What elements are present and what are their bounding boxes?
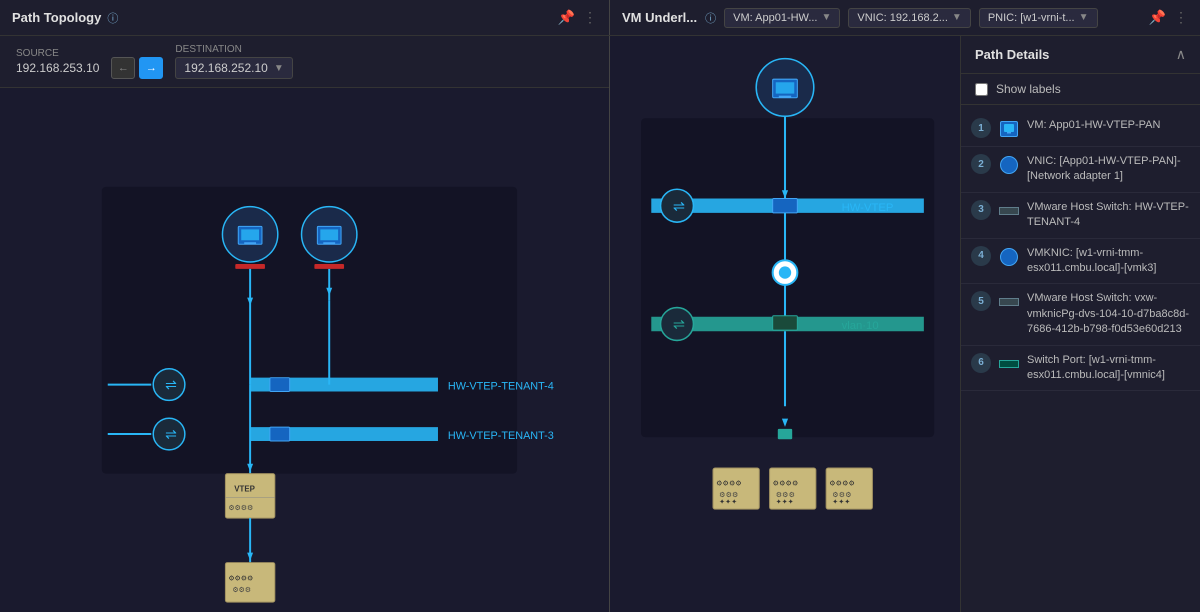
vm-dropdown-label: VM: App01-HW...	[733, 12, 817, 24]
path-topology-info-icon[interactable]: ⓘ	[107, 10, 118, 26]
path-details-title: Path Details	[975, 47, 1049, 62]
right-more-options-icon[interactable]: ⋮	[1174, 9, 1188, 26]
vnic-dropdown-chevron: ▼	[952, 12, 962, 23]
source-value: 192.168.253.10	[16, 61, 99, 75]
vmknic-icon	[1000, 248, 1018, 266]
left-panel: Source 192.168.253.10 ← → Destination 19…	[0, 36, 610, 612]
path-item-icon-2	[999, 155, 1019, 175]
svg-text:⚙⚙⚙⚙: ⚙⚙⚙⚙	[716, 478, 742, 487]
path-item-num-3: 3	[971, 200, 991, 220]
path-item-icon-5	[999, 292, 1019, 312]
svg-text:⇌: ⇌	[673, 317, 685, 333]
path-details-panel: Path Details ∧ Show labels 1 VM: App01-H…	[960, 36, 1200, 612]
svg-text:⚙⚙⚙⚙: ⚙⚙⚙⚙	[773, 478, 799, 487]
vm-icon	[1000, 121, 1018, 137]
more-options-icon[interactable]: ⋮	[583, 9, 597, 26]
svg-text:⚙⚙⚙⚙: ⚙⚙⚙⚙	[228, 574, 253, 582]
vm-underlay-title: VM Underl...	[622, 10, 697, 25]
svg-text:HW-VTEP: HW-VTEP	[842, 202, 894, 214]
forward-arrow-btn[interactable]: →	[139, 57, 163, 79]
source-field: Source 192.168.253.10	[16, 48, 99, 75]
header-bar: Path Topology ⓘ 📌 ⋮ VM Underl... ⓘ VM: A…	[0, 0, 1200, 36]
svg-text:⇌: ⇌	[673, 199, 685, 215]
path-item-text-3: VMware Host Switch: HW-VTEP-TENANT-4	[1027, 200, 1190, 231]
show-labels-row: Show labels	[961, 74, 1200, 105]
collapse-icon[interactable]: ∧	[1176, 46, 1186, 63]
dest-label: Destination	[175, 44, 292, 55]
left-header-icons: 📌 ⋮	[558, 9, 597, 26]
pnic-dropdown-chevron: ▼	[1079, 12, 1089, 23]
svg-text:✦✦✦: ✦✦✦	[832, 497, 850, 506]
vm-dropdown[interactable]: VM: App01-HW... ▼	[724, 8, 840, 28]
svg-text:VTEP: VTEP	[234, 484, 255, 493]
middle-canvas: HW-VTEP ⇌ vlan·10 ⇌	[610, 36, 960, 612]
dest-input[interactable]: 192.168.252.10 ▼	[175, 57, 292, 79]
path-item: 3 VMware Host Switch: HW-VTEP-TENANT-4	[961, 193, 1200, 239]
right-pin-icon[interactable]: 📌	[1149, 9, 1166, 26]
svg-text:✦✦✦: ✦✦✦	[719, 497, 737, 506]
host-switch-icon	[999, 207, 1019, 215]
dest-value: 192.168.252.10	[184, 61, 267, 75]
path-item: 2 VNIC: [App01-HW-VTEP-PAN]-[Network ada…	[961, 147, 1200, 193]
path-item: 4 VMKNIC: [w1-vrni-tmm-esx011.cmbu.local…	[961, 239, 1200, 285]
pnic-dropdown-label: PNIC: [w1-vrni-t...	[988, 12, 1075, 24]
svg-text:✦✦✦: ✦✦✦	[776, 497, 794, 506]
destination-field: Destination 192.168.252.10 ▼	[175, 44, 292, 79]
path-item-text-2: VNIC: [App01-HW-VTEP-PAN]-[Network adapt…	[1027, 154, 1190, 185]
pnic-dropdown[interactable]: PNIC: [w1-vrni-t... ▼	[979, 8, 1098, 28]
path-item-num-6: 6	[971, 353, 991, 373]
source-label: Source	[16, 48, 99, 59]
path-item-num-1: 1	[971, 118, 991, 138]
svg-text:HW-VTEP-TENANT-3: HW-VTEP-TENANT-3	[448, 430, 554, 442]
arrow-controls: ← →	[111, 57, 163, 79]
host-switch-2-icon	[999, 298, 1019, 306]
path-item-text-4: VMKNIC: [w1-vrni-tmm-esx011.cmbu.local]-…	[1027, 246, 1190, 277]
show-labels-text: Show labels	[996, 82, 1061, 96]
path-item-text-1: VM: App01-HW-VTEP-PAN	[1027, 118, 1190, 133]
source-dest-bar: Source 192.168.253.10 ← → Destination 19…	[0, 36, 609, 88]
vnic-dropdown-label: VNIC: 192.168.2...	[857, 12, 948, 24]
svg-text:⇌: ⇌	[165, 377, 177, 393]
show-labels-checkbox[interactable]	[975, 83, 988, 96]
switch-port-icon	[999, 360, 1019, 368]
right-panel: HW-VTEP ⇌ vlan·10 ⇌	[610, 36, 1200, 612]
main-content: Source 192.168.253.10 ← → Destination 19…	[0, 36, 1200, 612]
path-details-header: Path Details ∧	[961, 36, 1200, 74]
path-item-text-5: VMware Host Switch: vxw-vmknicPg-dvs-104…	[1027, 291, 1190, 337]
svg-text:⚙⚙⚙⚙: ⚙⚙⚙⚙	[228, 504, 253, 512]
path-topology-title: Path Topology	[12, 10, 101, 25]
svg-text:HW-VTEP-TENANT-4: HW-VTEP-TENANT-4	[448, 381, 554, 393]
vnic-icon	[1000, 156, 1018, 174]
path-item-icon-6	[999, 354, 1019, 374]
svg-text:⇌: ⇌	[165, 426, 177, 442]
right-header: VM Underl... ⓘ VM: App01-HW... ▼ VNIC: 1…	[610, 8, 1200, 28]
left-topology-svg: HW-VTEP-TENANT-4 HW-VTEP-TENANT-3 ⇌ ⇌	[0, 88, 609, 612]
back-arrow-btn[interactable]: ←	[111, 57, 135, 79]
path-items-list: 1 VM: App01-HW-VTEP-PAN 2 VNIC: [App01-H…	[961, 105, 1200, 612]
left-topology-canvas: HW-VTEP-TENANT-4 HW-VTEP-TENANT-3 ⇌ ⇌	[0, 88, 609, 612]
svg-text:⚙⚙⚙: ⚙⚙⚙	[232, 586, 251, 594]
left-header: Path Topology ⓘ 📌 ⋮	[0, 0, 610, 35]
path-item-num-4: 4	[971, 246, 991, 266]
svg-text:vlan·10: vlan·10	[842, 320, 879, 332]
vnic-dropdown[interactable]: VNIC: 192.168.2... ▼	[848, 8, 970, 28]
right-header-icons: 📌 ⋮	[1149, 9, 1188, 26]
path-item-num-2: 2	[971, 154, 991, 174]
right-topology-svg: HW-VTEP ⇌ vlan·10 ⇌	[610, 36, 960, 612]
path-item-icon-4	[999, 247, 1019, 267]
dest-chevron-icon: ▼	[274, 63, 284, 74]
path-item: 1 VM: App01-HW-VTEP-PAN	[961, 111, 1200, 147]
pin-icon[interactable]: 📌	[558, 9, 575, 26]
path-item-text-6: Switch Port: [w1-vrni-tmm-esx011.cmbu.lo…	[1027, 353, 1190, 384]
path-item-num-5: 5	[971, 291, 991, 311]
svg-text:⚙⚙⚙⚙: ⚙⚙⚙⚙	[829, 478, 855, 487]
path-item-icon-1	[999, 119, 1019, 139]
path-item-icon-3	[999, 201, 1019, 221]
vm-underlay-info-icon[interactable]: ⓘ	[705, 10, 716, 26]
path-item: 5 VMware Host Switch: vxw-vmknicPg-dvs-1…	[961, 284, 1200, 345]
path-item: 6 Switch Port: [w1-vrni-tmm-esx011.cmbu.…	[961, 346, 1200, 392]
vm-dropdown-chevron: ▼	[822, 12, 832, 23]
